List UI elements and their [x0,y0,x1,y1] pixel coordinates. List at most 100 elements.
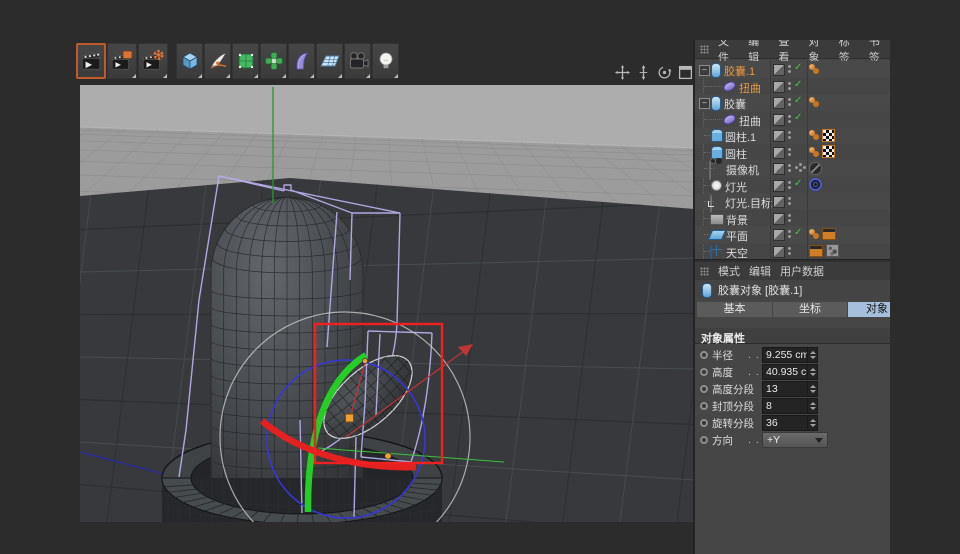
texture-tag-icon[interactable] [822,145,835,158]
menu-mode[interactable]: 模式 [718,263,740,279]
visibility-dots[interactable] [788,131,791,134]
enabled-check-icon[interactable]: ✓ [794,95,802,106]
cap-segments-input[interactable]: 8 [762,398,818,414]
orientation-dropdown[interactable]: +Y [762,432,828,448]
subdivision-surface-button[interactable] [232,43,259,79]
height-input[interactable]: 40.935 cm [762,364,818,380]
tab-object[interactable]: 对象 [848,302,890,317]
enabled-check-icon[interactable]: ✓ [794,79,802,90]
camera-button[interactable] [344,43,371,79]
rotation-segments-input[interactable]: 36 [762,415,818,431]
maximize-view-icon[interactable] [677,64,693,80]
add-cube-primitive-button[interactable] [176,43,203,79]
visibility-dots[interactable] [788,115,791,118]
spinner-arrows-icon[interactable] [807,399,817,413]
layer-square-toggle[interactable] [773,130,785,142]
object-row-twist-2[interactable]: 扭曲 ✓ [695,111,890,128]
visibility-dots[interactable] [788,214,791,217]
phong-tag-icon[interactable] [809,147,815,153]
render-to-picture-viewer-button[interactable] [107,43,137,79]
spinner-arrows-icon[interactable] [807,365,817,379]
object-row-camera[interactable]: 摄像机 [695,160,890,177]
visibility-dots[interactable] [788,181,791,184]
keyframe-circle-icon[interactable] [700,385,708,393]
height-segments-input[interactable]: 13 [762,381,818,397]
pan-view-icon[interactable] [614,64,630,80]
phong-tag-icon[interactable] [809,229,815,235]
layer-square-toggle[interactable] [773,213,785,225]
enabled-check-icon[interactable]: ✓ [794,227,802,238]
camera-toggle-dots[interactable] [795,166,798,169]
layer-square-toggle[interactable] [773,180,785,192]
collapse-icon[interactable]: – [699,98,710,109]
visibility-dots[interactable] [788,65,791,68]
keyframe-circle-icon[interactable] [700,351,708,359]
layer-square-toggle[interactable] [773,229,785,241]
visibility-dots[interactable] [788,98,791,101]
keyframe-circle-icon[interactable] [700,436,708,444]
panel-grip-icon[interactable] [700,45,709,54]
bend-deformer-button[interactable] [288,43,315,79]
menu-user-data[interactable]: 用户数据 [780,263,824,279]
menu-edit[interactable]: 编辑 [749,263,771,279]
layer-square-toggle[interactable] [773,81,785,93]
layer-square-toggle[interactable] [773,114,785,126]
object-row-cylinder[interactable]: 圆柱 [695,144,890,161]
compositing-tag-icon[interactable] [809,245,823,257]
gizmo-center-handle[interactable] [346,414,354,422]
phong-tag-icon[interactable] [809,64,815,70]
object-row-capsule-1[interactable]: – 胶囊.1 ✓ [695,61,890,78]
visibility-dots[interactable] [788,82,791,85]
spline-pen-button[interactable] [204,43,231,79]
target-tag-icon[interactable] [809,178,822,191]
texture-tag-icon[interactable] [822,129,835,142]
tab-coordinates[interactable]: 坐标 [773,302,847,317]
layer-square-toggle[interactable] [773,97,785,109]
rotate-view-icon[interactable] [656,64,672,80]
object-row-plane[interactable]: 平面 ✓ [695,226,890,243]
edit-render-settings-button[interactable] [138,43,168,79]
visibility-dots[interactable] [788,164,791,167]
render-view-button[interactable] [76,43,106,79]
viewport-canvas[interactable] [80,85,695,522]
visibility-dots[interactable] [788,230,791,233]
keyframe-circle-icon[interactable] [700,402,708,410]
light-button[interactable] [372,43,399,79]
enabled-check-icon[interactable]: ✓ [794,62,802,73]
layer-square-toggle[interactable] [773,64,785,76]
visibility-dots[interactable] [788,148,791,151]
visibility-dots[interactable] [788,197,791,200]
radius-input[interactable]: 9.255 cm [762,347,818,363]
phong-tag-icon[interactable] [809,97,815,103]
layer-square-toggle[interactable] [773,196,785,208]
tab-basic[interactable]: 基本 [697,302,772,317]
collapse-icon[interactable]: – [699,65,710,76]
panel-grip-icon[interactable] [700,267,709,276]
phong-tag-icon[interactable] [809,130,815,136]
layer-square-toggle[interactable] [773,147,785,159]
perspective-viewport[interactable] [80,85,695,522]
sky-texture-tag-icon[interactable] [826,244,839,257]
spinner-arrows-icon[interactable] [807,348,817,362]
layer-square-toggle[interactable] [773,163,785,175]
object-row-light-target[interactable]: 灯光.目标.1 [695,193,890,210]
gizmo-handle-dot-top[interactable] [362,358,367,363]
dolly-view-icon[interactable] [635,64,651,80]
object-row-light[interactable]: 灯光 ✓ [695,177,890,194]
layer-square-toggle[interactable] [773,246,785,258]
object-row-sky[interactable]: 天空 [695,243,890,260]
enabled-check-icon[interactable]: ✓ [794,112,802,123]
keyframe-circle-icon[interactable] [700,368,708,376]
compositing-tag-icon[interactable] [822,228,836,240]
enabled-check-icon[interactable]: ✓ [794,178,802,189]
object-row-twist-1[interactable]: 扭曲 ✓ [695,78,890,95]
visibility-dots[interactable] [788,247,791,250]
protection-tag-icon[interactable] [809,162,822,175]
modeling-commands-button[interactable] [260,43,287,79]
object-row-capsule[interactable]: – 胶囊 ✓ [695,94,890,111]
object-row-background[interactable]: 背景 [695,210,890,227]
object-row-cylinder-1[interactable]: 圆柱.1 [695,127,890,144]
spinner-arrows-icon[interactable] [807,416,817,430]
gizmo-handle-dot[interactable] [385,453,391,459]
floor-environment-button[interactable] [316,43,343,79]
